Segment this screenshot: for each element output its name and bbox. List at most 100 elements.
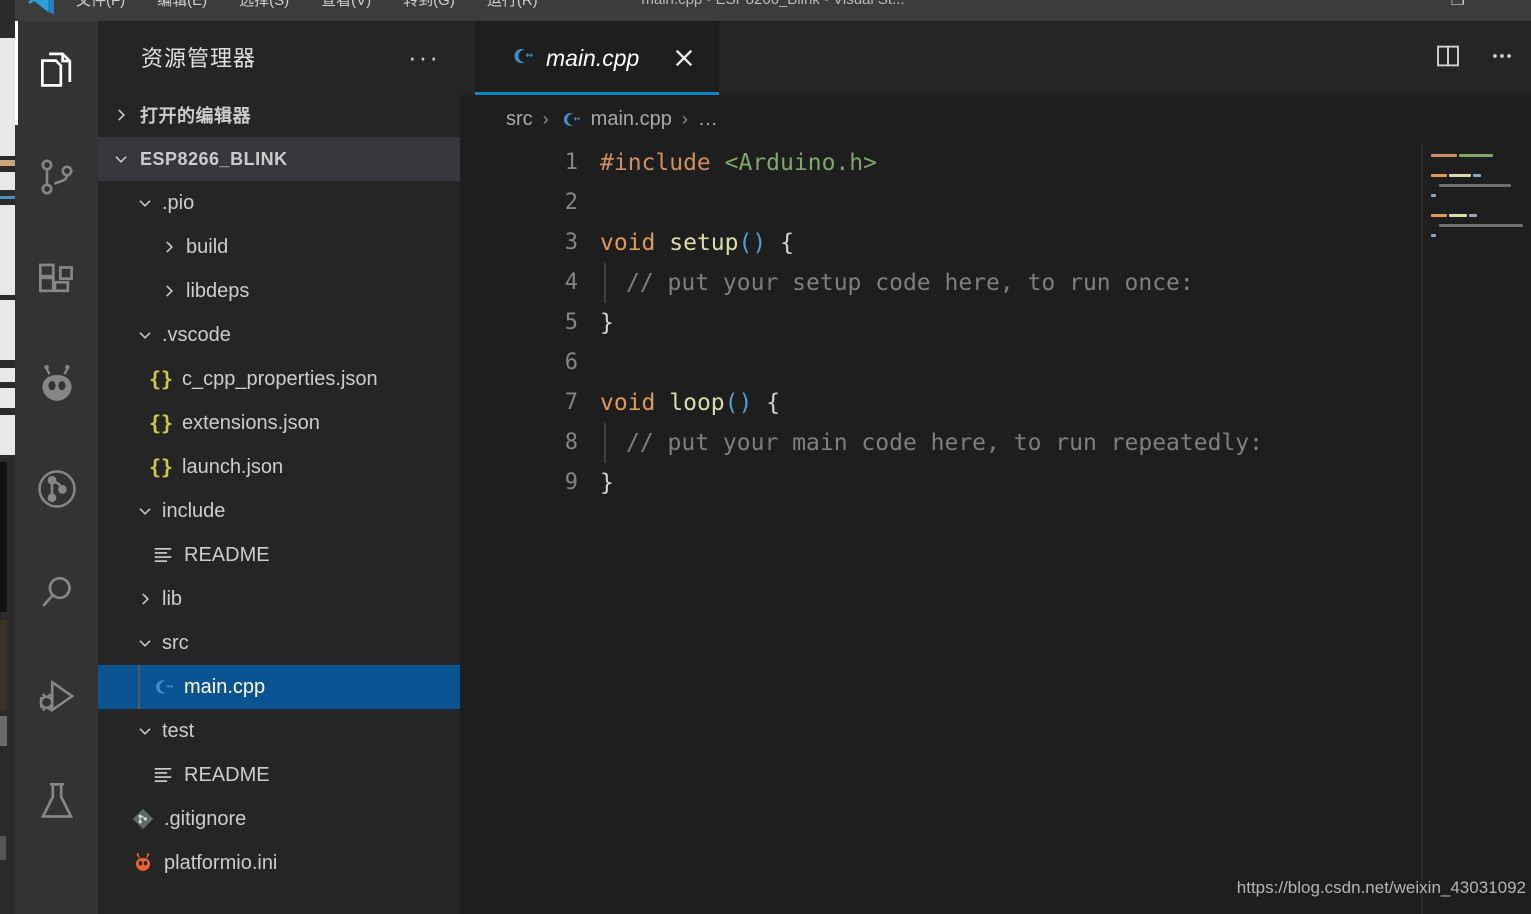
tree-item-gitignore[interactable]: .gitignore [98,797,460,841]
activitybar-item-platformio[interactable] [15,333,98,437]
tree-item-test[interactable]: test [98,709,460,753]
line-number: 9 [564,470,578,495]
chevron-right-icon [166,241,173,253]
code-token-brace: } [600,470,614,496]
activitybar-item-search[interactable] [15,541,98,645]
activitybar-item-git-graph[interactable] [15,437,98,541]
minimap-gutter [1421,143,1423,914]
code-editor[interactable]: 1 2 3 4 5 6 7 8 9 #include <Arduino.h> v… [460,143,1531,914]
tree-item-include-readme[interactable]: README [98,533,460,577]
tree-item-label: libdeps [186,279,250,302]
code-token-brace: } [600,310,614,336]
tree-item-label: README [184,763,270,786]
code-line-5: } [600,303,1531,343]
breadcrumb-item-src[interactable]: src [506,108,533,131]
split-editor-icon[interactable] [1433,41,1463,76]
tree-item-include[interactable]: include [98,489,460,533]
chevron-down-icon [139,728,151,735]
line-number-gutter: 1 2 3 4 5 6 7 8 9 [460,143,600,914]
activitybar-item-source-control[interactable] [15,125,98,229]
activitybar-item-extensions[interactable] [15,229,98,333]
more-actions-icon[interactable] [1489,43,1515,74]
editor-group: main.cpp src › main.cpp › … 1 2 3 4 5 6 … [460,21,1531,914]
text-lines-icon [150,544,176,566]
chevron-down-icon [139,200,151,207]
background-window-sliver [0,0,15,914]
breadcrumb-item-symbols[interactable]: … [698,108,718,131]
editor-actions [1433,21,1515,95]
tree-item-libdeps[interactable]: libdeps [98,269,460,313]
tree-item-label: platformio.ini [164,851,278,874]
code-token-setup: setup [669,230,739,256]
workspace-folder-section[interactable]: ESP8266_BLINK [98,137,460,181]
code-token-header: <Arduino.h> [724,150,877,176]
code-line-3: void setup() { [600,223,1531,263]
tree-item-label: launch.json [182,455,284,478]
line-number: 7 [564,390,578,415]
chevron-down-icon [139,640,151,647]
tree-item-launch-json[interactable]: {} launch.json [98,445,460,489]
watermark-text: https://blog.csdn.net/weixin_43031092 [1236,878,1526,897]
activitybar-item-explorer[interactable] [15,21,98,125]
tree-item-src[interactable]: src [98,621,460,665]
git-file-icon [130,806,156,832]
tree-item-lib[interactable]: lib [98,577,460,621]
chevron-right-icon [166,285,173,297]
tree-item-label: build [186,235,229,258]
tree-item-main-cpp[interactable]: main.cpp [98,665,460,709]
code-line-8: // put your main code here, to run repea… [600,423,1531,463]
activitybar-item-testing[interactable] [15,749,98,853]
tree-item-label: lib [162,587,183,610]
code-token-brace: { [766,390,781,416]
code-token-include: #include [600,150,711,176]
open-editors-section[interactable]: 打开的编辑器 [98,93,460,137]
explorer-header: 资源管理器 ··· [98,21,460,93]
window-restore-icon[interactable]: ❐ [1451,0,1465,10]
indent-guide [604,423,606,463]
code-lines[interactable]: #include <Arduino.h> void setup() { // p… [600,143,1531,914]
explorer-more-actions-icon[interactable]: ··· [408,44,440,70]
chevron-right-icon [118,109,125,121]
breadcrumb-separator-icon: › [542,108,549,129]
extensions-blocks-icon [32,256,82,306]
breadcrumb-separator-icon: › [681,108,688,129]
minimap-line [1431,211,1525,219]
line-number: 3 [564,230,578,255]
open-editors-label: 打开的编辑器 [140,106,251,126]
tree-item-test-readme[interactable]: README [98,753,460,797]
tree-item-build[interactable]: build [98,225,460,269]
cpp-file-icon [559,108,582,131]
minimap[interactable] [1415,143,1531,914]
close-icon[interactable] [671,45,697,71]
tab-main-cpp[interactable]: main.cpp [475,21,719,95]
tree-item-c-cpp-properties-json[interactable]: {} c_cpp_properties.json [98,357,460,401]
tree-item-label: main.cpp [184,675,266,698]
cpp-file-icon [150,675,176,699]
search-magnifier-icon [32,568,82,618]
minimap-line [1431,221,1525,229]
code-token-parens: () [724,390,753,416]
breadcrumb: src › main.cpp › … [460,95,1531,143]
breadcrumb-label: main.cpp [590,107,672,130]
code-token-comment: // put your main code here, to run repea… [626,430,1263,456]
tree-item-platformio-ini[interactable]: platformio.ini [98,841,460,885]
breadcrumb-item-main-cpp[interactable]: main.cpp [559,108,672,131]
tree-item-label: README [184,543,270,566]
activitybar-item-run-debug[interactable] [15,645,98,749]
tree-item-label: .pio [162,191,195,214]
line-number: 5 [564,310,578,335]
tree-item-vscode[interactable]: .vscode [98,313,460,357]
json-braces-icon: {} [148,411,174,435]
minimap-line [1431,201,1525,209]
tree-item-extensions-json[interactable]: {} extensions.json [98,401,460,445]
line-number: 2 [564,190,578,215]
run-and-debug-icon [31,671,83,723]
tab-label: main.cpp [546,44,640,71]
workspace-folder-label: ESP8266_BLINK [140,148,288,169]
file-tree: .pio build libdeps .vscode {} c_cpp_prop… [98,181,460,885]
tree-item-label: .gitignore [164,807,247,830]
code-token-parens: () [738,230,767,256]
tree-item-pio[interactable]: .pio [98,181,460,225]
